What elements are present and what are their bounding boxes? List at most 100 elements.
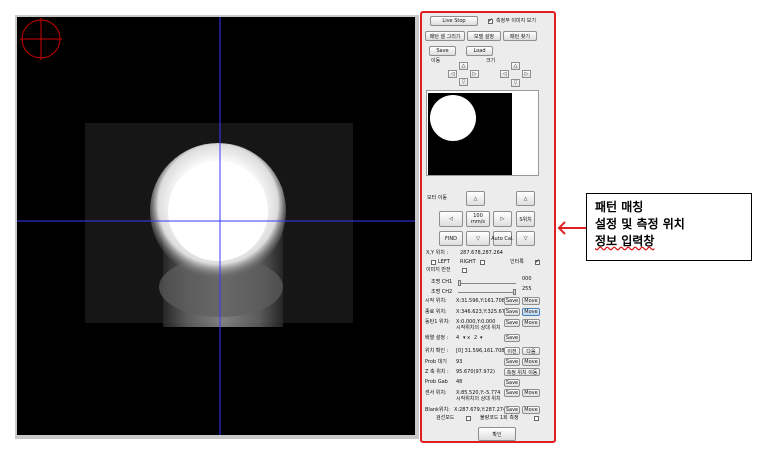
- camera-image[interactable]: [17, 17, 415, 435]
- offset-position-save-button[interactable]: Save: [504, 319, 520, 327]
- sensor-position-save-button[interactable]: Save: [504, 389, 520, 397]
- pattern-set-draw-button[interactable]: 패턴 셀 그리기: [425, 31, 465, 41]
- end-position-move-button[interactable]: Move: [522, 308, 540, 316]
- move-left-icon[interactable]: ◁: [448, 70, 457, 78]
- offset-position-move-button[interactable]: Move: [522, 319, 540, 327]
- array-separator: ▾ x: [463, 335, 471, 341]
- blank-position-move-button[interactable]: Move: [522, 406, 540, 414]
- model-set-button[interactable]: 모델 설정: [467, 31, 501, 41]
- position-check-label: 위치 확인 :: [425, 348, 449, 354]
- size-left-icon[interactable]: ◁: [500, 70, 509, 78]
- callout-line-1: 패턴 매칭: [595, 200, 644, 214]
- next-button[interactable]: 다음: [522, 347, 540, 355]
- motor-move-label: 모터 이동: [427, 195, 447, 201]
- light-ch2-label: 조명 CH2: [431, 289, 453, 295]
- right-label: RIGHT: [460, 259, 476, 265]
- light-ch2-value: 255: [522, 286, 532, 292]
- move-label: 이동: [431, 58, 441, 64]
- image-invert-label: 이미지 반전: [426, 267, 451, 273]
- motor-right-button[interactable]: ▷: [493, 211, 512, 227]
- blank-position-value: X:287.679,Y:287.274: [454, 407, 507, 413]
- blank-position-save-button[interactable]: Save: [504, 406, 520, 414]
- end-position-value: X:346.623,Y:325.678: [456, 309, 509, 315]
- start-position-move-button[interactable]: Move: [522, 297, 540, 305]
- live-stop-button[interactable]: Live Stop: [430, 16, 478, 26]
- array-y-value[interactable]: 2: [474, 335, 477, 342]
- start-position-value: X:31.596,Y:161.708: [456, 298, 505, 304]
- array-save-button[interactable]: Save: [504, 334, 520, 342]
- show-measure-image-checkbox[interactable]: [488, 17, 493, 24]
- callout-arrow-icon: [557, 221, 586, 235]
- check-mode-label: 검선모드: [436, 415, 455, 421]
- light-ch2-slider[interactable]: [458, 292, 516, 293]
- probe-gab-label: Prob Gab: [425, 379, 448, 385]
- blank-position-label: Blank위치:: [425, 407, 450, 413]
- pattern-find-button[interactable]: 패턴 찾기: [503, 31, 537, 41]
- xy-position-value: 287.678,287.264: [460, 250, 503, 256]
- s-position-button[interactable]: S위치: [516, 211, 535, 227]
- position-check-value: [0] 31.596,161.708: [456, 348, 505, 354]
- interlock-checkbox[interactable]: [535, 258, 540, 265]
- left-checkbox[interactable]: [431, 260, 436, 265]
- find-button[interactable]: FIND: [439, 231, 463, 246]
- prev-button[interactable]: 이전: [504, 347, 520, 355]
- offset-position-label: 동탄1 위치:: [425, 319, 450, 325]
- speed-display: 100 mm/s: [466, 211, 490, 227]
- start-position-save-button[interactable]: Save: [504, 297, 520, 305]
- motor-down-button[interactable]: ▽: [466, 231, 490, 246]
- probe-gab-save-button[interactable]: Save: [504, 379, 520, 387]
- sensor-relative-note: 시작위치의 상대 위치: [456, 396, 501, 402]
- start-position-label: 시작 위치:: [425, 298, 447, 304]
- probe-wait-label: Prob 대기: [425, 359, 447, 365]
- light-ch1-value: 000: [522, 276, 532, 282]
- light-ch1-label: 조명 CH1: [431, 279, 453, 285]
- size-label: 크기: [486, 58, 496, 64]
- array-y-dropdown-icon[interactable]: ▾: [480, 335, 483, 342]
- light-ch1-thumb[interactable]: [458, 280, 461, 286]
- target-marker-icon: [20, 18, 62, 60]
- sensor-position-label: 센서 위치:: [425, 390, 447, 396]
- motor-up-button[interactable]: △: [466, 191, 485, 206]
- motor-left-button[interactable]: ◁: [439, 211, 463, 227]
- probe-gab-value: 48: [456, 379, 463, 385]
- z-position-label: Z 축 위치 :: [425, 369, 449, 375]
- speed-unit: mm/s: [470, 219, 486, 225]
- image-invert-checkbox[interactable]: [462, 268, 467, 273]
- right-checkbox[interactable]: [480, 260, 485, 265]
- size-up-icon[interactable]: △: [511, 62, 520, 70]
- probe-wait-save-button[interactable]: Save: [504, 358, 520, 366]
- confirm-button[interactable]: 확인: [478, 427, 516, 441]
- end-position-save-button[interactable]: Save: [504, 308, 520, 316]
- move-right-icon[interactable]: ▷: [470, 70, 479, 78]
- left-label: LEFT: [438, 259, 450, 265]
- size-right-icon[interactable]: ▷: [522, 70, 531, 78]
- camera-viewer[interactable]: [15, 15, 419, 439]
- load-button[interactable]: Load: [466, 46, 493, 56]
- move-up-icon[interactable]: △: [459, 62, 468, 70]
- save-button[interactable]: Save: [429, 46, 456, 56]
- array-setting-label: 배열 설정 :: [425, 335, 449, 341]
- array-x-value[interactable]: 4: [456, 335, 459, 342]
- callout-line-3: 정보 입력창: [595, 234, 655, 248]
- size-down-icon[interactable]: ▽: [511, 79, 520, 87]
- measure-position-move-button[interactable]: 측정 위치 이동: [504, 368, 540, 376]
- z-down-button[interactable]: ▽: [516, 231, 535, 246]
- sensor-position-move-button[interactable]: Move: [522, 389, 540, 397]
- bad-code-measure-label: 불량코드 1회 측정: [480, 415, 519, 421]
- move-down-icon[interactable]: ▽: [459, 78, 468, 86]
- light-ch1-slider[interactable]: [458, 283, 516, 284]
- z-position-value: 95.670(97.972): [456, 369, 495, 375]
- camera-frame-graphic: [17, 17, 415, 435]
- check-mode-checkbox[interactable]: [466, 416, 471, 421]
- control-panel: Live Stop 측정부 이미지 보기 패턴 셀 그리기 모델 설정 패턴 찾…: [420, 11, 556, 443]
- probe-wait-value: 93: [456, 359, 463, 365]
- auto-cal-button[interactable]: Auto Cal.: [491, 231, 514, 246]
- show-measure-image-label: 측정부 이미지 보기: [496, 18, 536, 24]
- model-preview-frame: [426, 90, 539, 176]
- bad-code-measure-checkbox[interactable]: [534, 416, 539, 421]
- light-ch2-thumb[interactable]: [513, 289, 516, 295]
- z-up-button[interactable]: △: [516, 191, 535, 206]
- probe-wait-move-button[interactable]: Move: [522, 358, 540, 366]
- xy-position-label: X,Y 위치 :: [426, 250, 449, 256]
- interlock-label: 인터록: [510, 259, 524, 265]
